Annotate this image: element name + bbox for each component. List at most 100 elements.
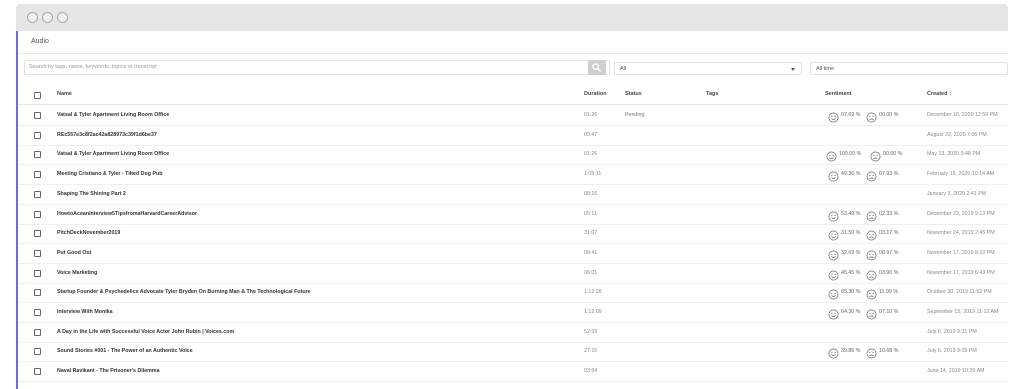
row-name[interactable]: PitchDeckNovember2019 [57, 230, 120, 236]
table-row[interactable]: Interview With Monika 1:12:09 64.30 % 07.10… [18, 303, 1008, 323]
row-name[interactable]: Sound Stories #001 - The Power of an Aut… [57, 348, 193, 354]
row-checkbox[interactable] [34, 190, 41, 198]
positive-sentiment: 31.50 % [841, 230, 861, 237]
row-name[interactable]: Vatsal & Tyler Apartment Living Room Off… [57, 112, 169, 118]
column-header-name[interactable]: Name [57, 91, 72, 97]
magnifier-icon [592, 63, 601, 72]
row-status: Pending [625, 112, 645, 118]
search-button[interactable] [588, 60, 606, 75]
row-duration: 01:26 [584, 151, 598, 158]
row-name[interactable]: HowtoAceanInterview5TipsfromaHarvardCare… [57, 211, 197, 217]
window-close-icon[interactable] [27, 12, 38, 23]
row-created: January 3, 2020 2:41 PM [927, 190, 987, 197]
row-sentiment: 49.36 % 07.93 % [828, 169, 908, 182]
negative-sentiment: 08.97 % [879, 249, 899, 256]
smiley-face-icon [828, 346, 839, 359]
row-name[interactable]: REc557e3c8f2ac42a828973c39f1d6be37 [57, 132, 157, 138]
select-all-checkbox[interactable] [34, 92, 41, 99]
negative-sentiment: 03.90 % [879, 269, 899, 276]
row-sentiment: 65.30 % 11.99 % [828, 287, 908, 300]
row-duration: 00:47 [584, 131, 598, 138]
row-checkbox[interactable] [34, 309, 41, 316]
column-header-status[interactable]: Status [625, 91, 642, 97]
smiley-face-icon [828, 110, 839, 123]
row-checkbox[interactable] [34, 131, 41, 139]
frown-face-icon [866, 209, 877, 221]
audio-panel: Audio Search by tags, name, keywords, to… [16, 31, 1008, 389]
search-input[interactable]: Search by tags, name, keywords, topics o… [24, 60, 610, 75]
row-duration: 08:41 [584, 249, 598, 256]
row-name[interactable]: Interview With Monika [57, 309, 113, 315]
row-checkbox[interactable] [34, 171, 41, 179]
table-row[interactable]: Vatsal & Tyler Apartment Living Room Off… [18, 145, 1008, 166]
negative-sentiment: 07.93 % [879, 171, 899, 178]
row-created: September 15, 2019 11:12 AM [927, 309, 999, 315]
column-header-tags[interactable]: Tags [706, 91, 718, 97]
row-duration: 27:16 [584, 348, 598, 355]
row-name[interactable]: Naval Ravikant - The Prisoner's Dilemma [57, 368, 160, 374]
row-created: December 23, 2019 9:13 PM [927, 210, 995, 217]
row-sentiment: 31.50 % 03.17 % [828, 228, 908, 241]
status-filter-select[interactable]: All [614, 62, 802, 75]
table-row[interactable]: Startup Founder & Psychedelics Advocate … [18, 283, 1008, 304]
table-row[interactable]: PitchDeckNovember2019 31:07 31.50 % 03.17 %… [18, 224, 1008, 245]
frown-face-icon [866, 346, 877, 359]
frown-face-icon [866, 268, 877, 281]
frown-face-icon [866, 248, 877, 261]
row-duration: 03:54 [584, 368, 598, 375]
window-zoom-icon[interactable] [57, 12, 68, 23]
time-filter-select[interactable]: All time [810, 62, 1008, 75]
row-name[interactable]: Meeting Cristiano & Tyler - Tilted Dog P… [57, 171, 162, 177]
row-duration: 1:12:09 [584, 309, 602, 315]
row-duration: 31:07 [584, 230, 598, 237]
row-checkbox[interactable] [34, 328, 41, 336]
smiley-face-icon [828, 268, 839, 281]
column-header-sentiment[interactable]: Sentiment [825, 91, 852, 97]
row-created: June 14, 2019 10:39 AM [927, 368, 985, 375]
row-name[interactable]: Shaping The Shining Part 2 [57, 191, 126, 197]
row-checkbox[interactable] [34, 289, 41, 297]
row-created: August 22, 2020 7:05 PM [927, 131, 987, 138]
row-created: November 24, 2019 2:45 PM [927, 230, 995, 237]
row-checkbox[interactable] [34, 249, 41, 257]
row-sentiment: 53.49 % 02.33 % [828, 209, 908, 221]
row-name[interactable]: A Day in the Life with Successful Voice … [57, 329, 234, 335]
table-row[interactable]: HowtoAceanInterview5TipsfromaHarvardCare… [18, 205, 1008, 225]
frown-face-icon [866, 307, 877, 320]
row-name[interactable]: Put Good Out [57, 250, 91, 256]
smiley-face-icon [826, 149, 837, 162]
column-header-created[interactable]: Created ↓ [927, 91, 952, 97]
table-row[interactable]: Sound Stories #001 - The Power of an Aut… [18, 342, 1008, 363]
row-name[interactable]: Vatsal & Tyler Apartment Living Room Off… [57, 151, 169, 157]
column-header-duration[interactable]: Duration [584, 91, 607, 97]
frown-face-icon [870, 149, 881, 162]
smiley-face-icon [828, 307, 839, 320]
table-row[interactable]: REc557e3c8f2ac42a828973c39f1d6be37 00:47 A… [18, 126, 1008, 146]
row-sentiment: 64.30 % 07.10 % [828, 307, 908, 320]
row-checkbox[interactable] [34, 368, 41, 376]
window-titlebar [16, 4, 1008, 31]
row-checkbox[interactable] [34, 210, 41, 218]
table-row[interactable]: Meeting Cristiano & Tyler - Tilted Dog P… [18, 165, 1008, 186]
table-row[interactable]: Put Good Out 08:41 32.69 % 08.97 % November … [18, 244, 1008, 264]
row-checkbox[interactable] [34, 151, 41, 159]
window-minimize-icon[interactable] [42, 12, 53, 23]
row-checkbox[interactable] [34, 230, 41, 238]
row-name[interactable]: Startup Founder & Psychedelics Advocate … [57, 289, 311, 295]
table-row[interactable]: Shaping The Shining Part 2 08:16 January 3… [18, 185, 1008, 205]
table-row[interactable]: Naval Ravikant - The Prisoner's Dilemma 0… [18, 362, 1008, 383]
row-name[interactable]: Voice Marketing [57, 270, 97, 276]
positive-sentiment: 49.36 % [841, 171, 861, 178]
row-checkbox[interactable] [34, 269, 41, 277]
table-row[interactable]: Vatsal & Tyler Apartment Living Room Off… [18, 106, 1008, 126]
search-placeholder: Search by tags, name, keywords, topics o… [29, 64, 157, 70]
smiley-face-icon [828, 248, 839, 261]
table-row[interactable]: Voice Marketing 06:01 45.45 % 03.90 % Novemb… [18, 264, 1008, 284]
table-row[interactable]: A Day in the Life with Successful Voice … [18, 323, 1008, 343]
row-checkbox[interactable] [34, 348, 41, 356]
row-sentiment: 32.69 % 08.97 % [828, 248, 908, 261]
row-checkbox[interactable] [34, 112, 41, 119]
smiley-face-icon [828, 169, 839, 182]
row-sentiment: 39.86 % 10.68 % [828, 346, 908, 359]
positive-sentiment: 32.69 % [841, 249, 861, 256]
